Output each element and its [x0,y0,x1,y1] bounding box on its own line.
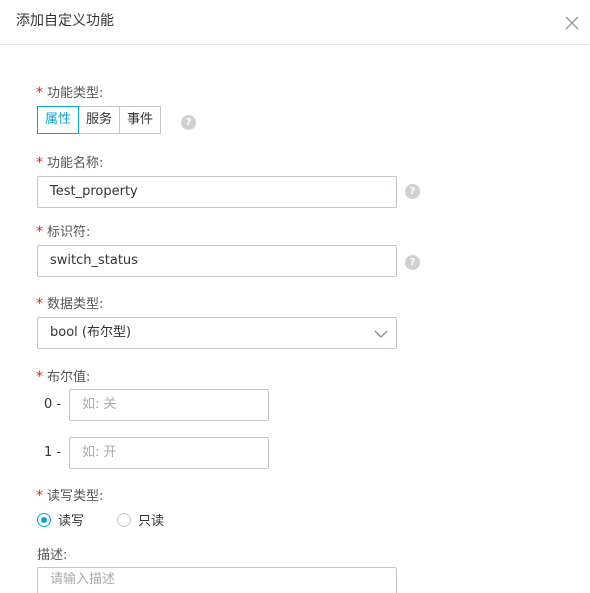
bool-zero-input[interactable]: 如: 关 [69,389,269,421]
required-mark: * [36,296,43,312]
close-icon[interactable] [563,14,581,32]
required-mark: * [36,224,43,240]
rw-type-label-text: 读写类型: [47,489,104,504]
data-type-label-text: 数据类型: [47,297,104,312]
bool-one-placeholder: 如: 开 [82,445,117,460]
description-label: 描述: [37,548,68,563]
function-type-option-service[interactable]: 服务 [78,106,121,134]
bool-value-label: * 布尔值: [36,366,90,385]
function-name-label: * 功能名称: [36,152,103,171]
bool-value-label-text: 布尔值: [47,370,91,385]
required-mark: * [36,488,43,504]
bool-one-prefix: 1 - [44,445,62,460]
help-icon[interactable]: ? [405,255,420,270]
bool-zero-placeholder: 如: 关 [82,397,117,412]
rw-option-read-write-label: 读写 [58,514,85,529]
dialog-title: 添加自定义功能 [16,13,114,29]
identifier-label: * 标识符: [36,221,90,240]
help-icon[interactable]: ? [405,184,420,199]
bool-zero-prefix: 0 - [44,397,62,412]
function-type-label: * 功能类型: [36,82,103,101]
dialog-header: 添加自定义功能 [0,0,590,45]
description-textarea[interactable]: 请输入描述 [37,567,397,593]
chevron-down-icon [374,330,388,338]
radio-unchecked-icon[interactable] [117,512,131,527]
function-name-label-text: 功能名称: [47,156,104,171]
data-type-label: * 数据类型: [36,293,103,312]
radio-checked-icon[interactable] [37,512,51,527]
function-type-option-event[interactable]: 事件 [119,106,162,134]
function-type-selector: 属性 服务 事件 [37,106,162,134]
function-name-input[interactable]: Test_property [37,176,397,208]
help-icon[interactable]: ? [181,115,196,130]
data-type-select[interactable]: bool (布尔型) [37,317,397,349]
data-type-selected-value: bool (布尔型) [50,325,132,340]
rw-option-read-only-label: 只读 [138,514,165,529]
required-mark: * [36,369,43,385]
rw-option-read-write[interactable]: 读写 [37,510,84,529]
function-type-option-property[interactable]: 属性 [37,106,80,134]
rw-option-read-only[interactable]: 只读 [117,510,164,529]
function-type-label-text: 功能类型: [47,86,104,101]
required-mark: * [36,85,43,101]
rw-type-label: * 读写类型: [36,485,103,504]
required-mark: * [36,155,43,171]
bool-one-input[interactable]: 如: 开 [69,437,269,469]
description-placeholder: 请输入描述 [50,572,116,587]
identifier-input[interactable]: switch_status [37,245,397,277]
identifier-label-text: 标识符: [47,225,91,240]
